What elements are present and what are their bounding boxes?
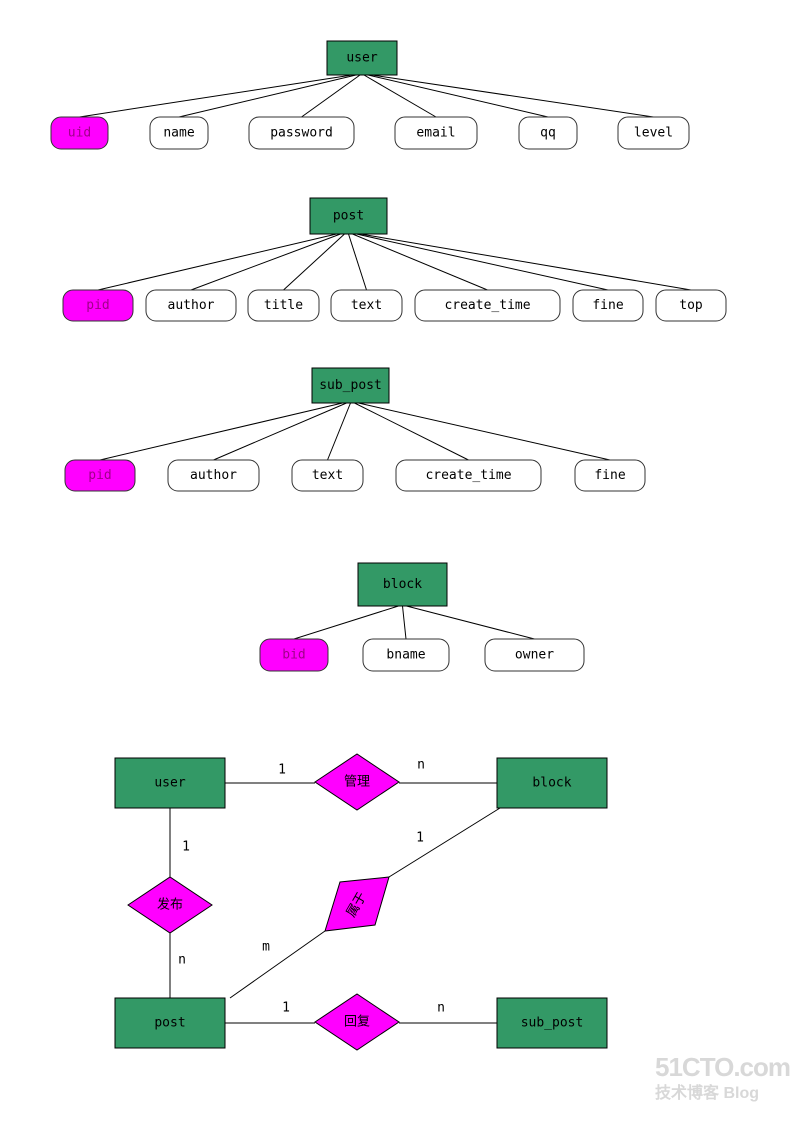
- relationship-reply-label: 回复: [344, 1015, 370, 1030]
- connector-line: [327, 402, 351, 461]
- cardinality-label: 1: [282, 1001, 290, 1016]
- entity-post-label: post: [333, 209, 364, 224]
- er-entity-user-label: user: [154, 776, 185, 791]
- attribute-label: uid: [68, 126, 91, 141]
- connector-line: [229, 930, 326, 999]
- connector-line: [213, 402, 347, 461]
- attribute-label: fine: [594, 468, 625, 483]
- cardinality-label: n: [178, 953, 186, 968]
- diagram-canvas: user uid name password email qq level post pid au…: [50, 40, 727, 1051]
- attribute-label: create_time: [425, 468, 511, 483]
- er-entity-sub-post-label: sub_post: [521, 1016, 584, 1031]
- connector-line: [293, 605, 399, 640]
- relationship-manage-label: 管理: [344, 775, 370, 790]
- connector-line: [371, 74, 654, 118]
- connector-line: [360, 233, 692, 291]
- entity-block-label: block: [383, 577, 422, 592]
- er-diagram: user uid name password email qq level post pid au…: [0, 0, 793, 1122]
- attribute-label: password: [270, 126, 333, 141]
- relationship-publish-label: 发布: [157, 897, 183, 913]
- attribute-label: name: [163, 126, 194, 141]
- connector-line: [178, 74, 357, 118]
- connector-line: [358, 402, 611, 461]
- attribute-label: text: [312, 468, 343, 483]
- attribute-label: qq: [540, 126, 556, 141]
- connector-line: [348, 233, 367, 291]
- attribute-label: owner: [515, 648, 554, 663]
- attribute-label: create_time: [444, 298, 530, 313]
- cardinality-label: 1: [278, 763, 286, 778]
- attribute-label: title: [264, 298, 303, 313]
- connector-line: [190, 233, 341, 291]
- connector-line: [356, 233, 609, 291]
- entity-sub_post-label: sub_post: [319, 378, 382, 393]
- connector-line: [402, 605, 407, 640]
- connector-line: [354, 402, 469, 461]
- attribute-label: email: [416, 126, 455, 141]
- attribute-label: top: [679, 298, 703, 313]
- attribute-label: bid: [282, 648, 305, 663]
- attribute-label: level: [634, 126, 673, 141]
- cardinality-label: m: [262, 940, 270, 955]
- cardinality-label: 1: [182, 840, 190, 855]
- er-entity-block-label: block: [532, 776, 571, 791]
- connector-line: [283, 233, 345, 291]
- attribute-label: bname: [386, 648, 425, 663]
- connector-line: [363, 74, 437, 118]
- connector-line: [97, 233, 337, 291]
- er-entity-post-label: post: [154, 1016, 185, 1031]
- cardinality-label: n: [417, 758, 425, 773]
- connector-line: [406, 605, 535, 640]
- attribute-label: author: [168, 298, 215, 313]
- entity-user-label: user: [346, 51, 377, 66]
- watermark: 51CTO.com 技术博客 Blog: [655, 1052, 791, 1103]
- attribute-label: fine: [592, 298, 623, 313]
- attribute-label: pid: [88, 468, 111, 483]
- connector-line: [99, 402, 343, 461]
- connector-line: [388, 807, 501, 878]
- attribute-label: text: [351, 298, 382, 313]
- cardinality-label: 1: [416, 831, 424, 846]
- cardinality-label: n: [437, 1001, 445, 1016]
- attribute-label: pid: [86, 298, 109, 313]
- connector-line: [352, 233, 488, 291]
- attribute-label: author: [190, 468, 237, 483]
- connector-line: [367, 74, 549, 118]
